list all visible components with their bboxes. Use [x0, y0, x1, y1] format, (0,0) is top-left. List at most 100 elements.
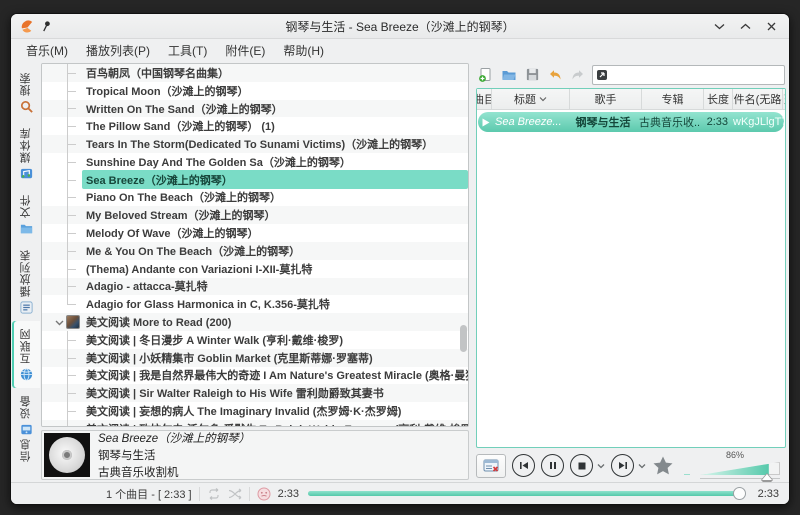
previous-icon [519, 461, 529, 470]
tree-item[interactable]: Me & You On The Beach（沙滩上的钢琴） [42, 242, 468, 260]
menu-help[interactable]: 帮助(H) [276, 40, 331, 61]
sidebar-tab-files[interactable]: 文件 [12, 187, 40, 242]
next-icon [618, 461, 628, 470]
elapsed-time-label: 2:33 [278, 488, 299, 500]
column-created[interactable]: 创建 [783, 89, 785, 109]
tree-item[interactable]: Adagio for Glass Harmonica in C, K.356-莫… [42, 295, 468, 313]
volume-control[interactable]: 86% [700, 452, 786, 479]
tree-item[interactable]: 美文阅读 | 冬日漫步 A Winter Walk (亨利·戴维·梭罗) [42, 331, 468, 349]
playlist-table-header: 曲目 标题 歌手 专辑 长度 文件名(无路径 创建 [477, 89, 785, 110]
tree-item-selected[interactable]: Sea Breeze（沙滩上的钢琴） [42, 171, 468, 189]
save-playlist-button[interactable] [523, 66, 541, 84]
tree-item[interactable]: 美文阅读 | 致拉尔夫·沃尔多·爱默生 To Ralph Waldo Emers… [42, 420, 468, 427]
titlebar[interactable]: 钢琴与生活 - Sea Breeze（沙滩上的钢琴） [11, 14, 789, 39]
tree-item[interactable]: 美文阅读 | 妄想的病人 The Imaginary Invalid (杰罗姆·… [42, 402, 468, 420]
tree-item[interactable]: The Pillow Sand（沙滩上的钢琴） (1) [42, 117, 468, 135]
seek-handle[interactable] [733, 487, 746, 500]
sidebar-tab-info[interactable]: 信息 [12, 431, 40, 468]
album-cover[interactable] [44, 433, 90, 477]
track-tree[interactable]: 百鸟朝凤（中国钢琴名曲集） Tropical Moon（沙滩上的钢琴） Writ… [41, 63, 469, 427]
sort-chevron-icon [539, 96, 547, 102]
sidebar-tab-internet[interactable]: 互联网 [12, 321, 40, 388]
minimize-button[interactable] [713, 20, 725, 32]
search-icon [19, 99, 34, 114]
tree-item[interactable]: 美文阅读 | 小妖精集市 Goblin Market (克里斯蒂娜·罗塞蒂) [42, 349, 468, 367]
stop-options-chevron-icon[interactable] [597, 462, 605, 470]
menu-tools[interactable]: 工具(T) [161, 40, 214, 61]
close-button[interactable] [765, 20, 777, 32]
column-track[interactable]: 曲目 [477, 89, 492, 109]
new-playlist-button[interactable] [477, 66, 495, 84]
expand-chevron-icon[interactable] [55, 318, 64, 327]
cell-title: Sea Breeze... [493, 116, 567, 128]
column-album[interactable]: 专辑 [642, 89, 704, 109]
library-icon [19, 166, 34, 181]
undo-button[interactable] [546, 66, 564, 84]
toggle-playlist-view-button[interactable] [476, 454, 506, 478]
now-playing-panel: Sea Breeze（沙滩上的钢琴） 钢琴与生活 古典音乐收割机 [41, 430, 469, 480]
column-artist[interactable]: 歌手 [570, 89, 642, 109]
gapless-playback-icon[interactable] [257, 487, 271, 501]
window-title: 钢琴与生活 - Sea Breeze（沙滩上的钢琴） [11, 18, 789, 35]
open-playlist-button[interactable] [500, 66, 518, 84]
stop-icon [578, 462, 586, 470]
tree-item[interactable]: Tropical Moon（沙滩上的钢琴） [42, 82, 468, 100]
filter-input[interactable] [611, 69, 781, 81]
tree-item[interactable]: 美文阅读 | 我是自然界最伟大的奇迹 I Am Nature's Greates… [42, 367, 468, 385]
total-time-label: 2:33 [758, 488, 779, 500]
now-playing-artist: 钢琴与生活 [98, 447, 250, 463]
stop-button[interactable] [570, 454, 593, 477]
playlist-toolbar [476, 63, 786, 88]
open-playlist-icon [501, 67, 517, 83]
now-playing-album: 古典音乐收割机 [98, 464, 250, 480]
repeat-icon[interactable] [207, 488, 221, 500]
tree-item[interactable]: (Thema) Andante con Variazioni I-XII-莫扎特 [42, 260, 468, 278]
cd-icon [49, 437, 85, 473]
tree-item[interactable]: Piano On The Beach（沙滩上的钢琴） [42, 189, 468, 207]
next-button[interactable] [611, 454, 634, 477]
app-window: 钢琴与生活 - Sea Breeze（沙滩上的钢琴） 音乐(M) 播放列表(P)… [10, 13, 790, 505]
sidebar-tab-playlists[interactable]: 播放列表 [12, 242, 40, 321]
tree-scrollbar[interactable] [460, 325, 467, 352]
internet-icon [19, 367, 34, 382]
shuffle-icon[interactable] [228, 488, 242, 500]
tree-item[interactable]: 百鸟朝凤（中国钢琴名曲集） [42, 64, 468, 82]
favorite-button[interactable] [652, 455, 674, 477]
tree-item[interactable]: Melody Of Wave（沙滩上的钢琴） [42, 224, 468, 242]
next-options-chevron-icon[interactable] [638, 462, 646, 470]
playlist-close-icon [483, 459, 499, 473]
tree-item[interactable]: Tears In The Storm(Dedicated To Sunami V… [42, 135, 468, 153]
maximize-button[interactable] [739, 20, 751, 32]
cell-artist: 钢琴与生活 [567, 114, 639, 130]
menu-music[interactable]: 音乐(M) [19, 40, 75, 61]
tree-item[interactable]: 美文阅读 | Sir Walter Raleigh to His Wife 雷利… [42, 384, 468, 402]
transport-controls: 86% [476, 448, 786, 480]
column-title[interactable]: 标题 [492, 89, 570, 109]
seek-bar-fill [308, 491, 743, 496]
statusbar: 1 个曲目 - [ 2:33 ] 2:33 2:33 [11, 482, 789, 504]
sidebar-tabbar: 搜索 媒体库 文件 播放列表 互联网 设备 [11, 61, 41, 482]
save-playlist-icon [525, 67, 540, 82]
tree-item[interactable]: Adagio - attacca-莫扎特 [42, 278, 468, 296]
seek-bar[interactable] [308, 491, 743, 496]
tree-item[interactable]: Written On The Sand（沙滩上的钢琴） [42, 100, 468, 118]
column-length[interactable]: 长度 [704, 89, 733, 109]
menu-playlist[interactable]: 播放列表(P) [79, 40, 157, 61]
undo-icon [547, 67, 563, 83]
tree-item[interactable]: Sunshine Day And The Golden Sa（沙滩上的钢琴） [42, 153, 468, 171]
pause-button[interactable] [541, 454, 564, 477]
tree-item[interactable]: My Beloved Stream（沙滩上的钢琴） [42, 206, 468, 224]
playlist-table[interactable]: 曲目 标题 歌手 专辑 长度 文件名(无路径 创建 Sea Breeze... … [476, 88, 786, 448]
playlist-row-current[interactable]: Sea Breeze... 钢琴与生活 古典音乐收... 2:33 wKgJLl… [478, 112, 784, 132]
menu-addons[interactable]: 附件(E) [218, 40, 272, 61]
sidebar-tab-search[interactable]: 搜索 [12, 65, 40, 120]
sidebar-tab-library[interactable]: 媒体库 [12, 120, 40, 187]
column-filename[interactable]: 文件名(无路径 [733, 89, 783, 109]
redo-button[interactable] [569, 66, 587, 84]
filter-icon [596, 69, 608, 81]
playlist-filter-field[interactable] [592, 65, 785, 85]
volume-marker-icon[interactable] [762, 474, 772, 480]
tree-group-item[interactable]: 美文阅读 More to Read (200) [42, 313, 468, 331]
previous-button[interactable] [512, 454, 535, 477]
spectrum-placeholder [684, 457, 690, 475]
